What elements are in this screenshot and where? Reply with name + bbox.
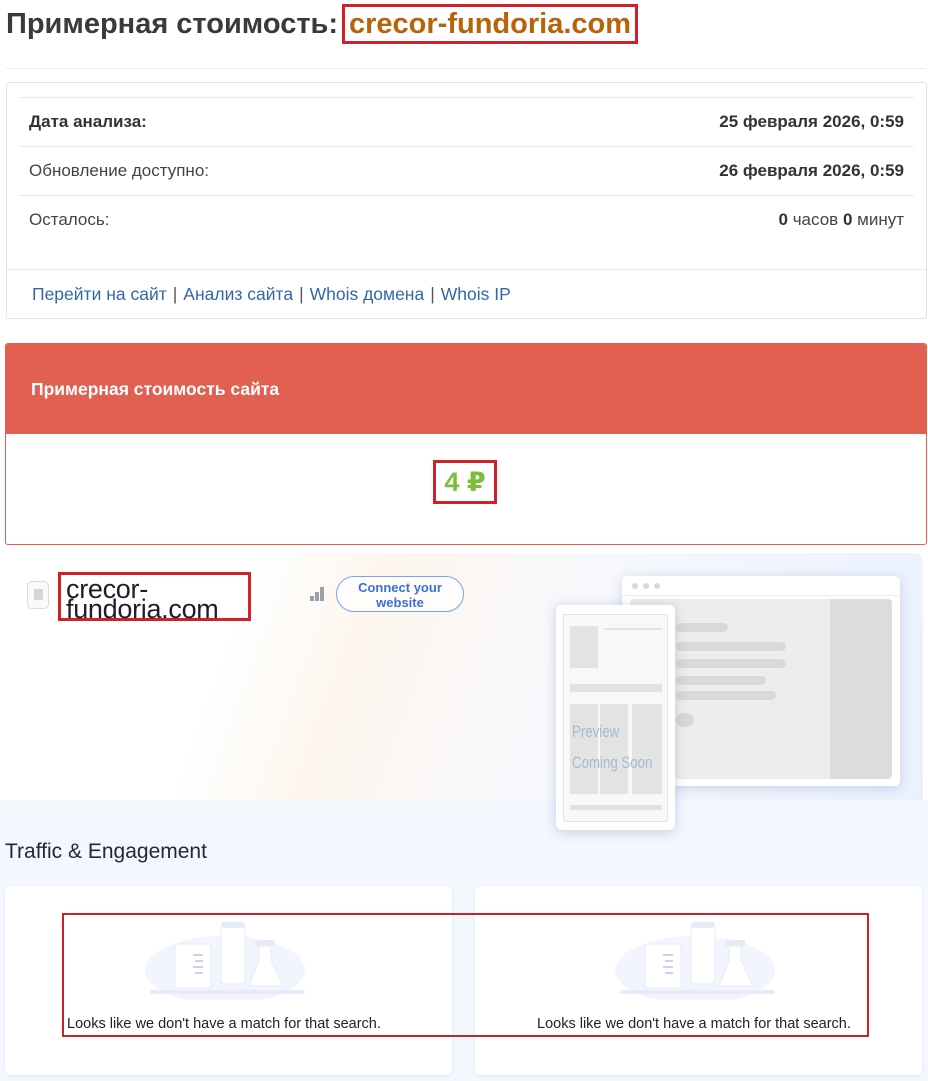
connect-website-button[interactable]: Connect your website bbox=[336, 576, 464, 612]
update-available-value: 26 февраля 2026, 0:59 bbox=[719, 161, 904, 180]
preview-caption-line1: Preview bbox=[572, 722, 620, 741]
remaining-hours: 0 bbox=[778, 210, 788, 229]
page-title-prefix: Примерная стоимость: bbox=[6, 7, 339, 40]
empty-search-illustration-icon bbox=[145, 922, 305, 1000]
link-separator: | bbox=[430, 284, 435, 304]
link-separator: | bbox=[299, 284, 304, 304]
rank-bars-icon bbox=[310, 587, 326, 601]
remaining-row: Осталось: 0 часов 0 минут bbox=[19, 195, 914, 244]
whois-ip-link[interactable]: Whois IP bbox=[441, 284, 511, 305]
analysis-info-panel: Дата анализа: 25 февраля 2026, 0:59 Обно… bbox=[6, 82, 927, 319]
traffic-card-right: Looks like we don't have a match for tha… bbox=[475, 886, 922, 1075]
page-title: Примерная стоимость: crecor-fundoria.com bbox=[6, 4, 639, 44]
remaining-value: 0 часов 0 минут bbox=[779, 210, 905, 230]
minutes-unit: минут bbox=[857, 210, 904, 229]
preview-domain-line2: fundoria.com bbox=[66, 594, 219, 624]
link-separator: | bbox=[172, 284, 178, 304]
remaining-minutes: 0 bbox=[842, 210, 853, 229]
site-links: Перейти на сайт | Анализ сайта | Whois д… bbox=[7, 269, 926, 319]
analysis-date-label: Дата анализа: bbox=[29, 112, 147, 131]
site-cost-header: Примерная стоимость сайта bbox=[6, 344, 926, 434]
preview-domain-name: crecor- fundoria.com bbox=[58, 572, 251, 624]
empty-message-right: Looks like we don't have a match for tha… bbox=[537, 1016, 851, 1032]
analysis-date-value: 25 февраля 2026, 0:59 bbox=[719, 112, 904, 131]
goto-site-link[interactable]: Перейти на сайт bbox=[32, 284, 167, 305]
update-available-label: Обновление доступно: bbox=[29, 161, 210, 180]
preview-caption-line2: Coming Soon bbox=[572, 753, 653, 772]
traffic-card-left: Looks like we don't have a match for tha… bbox=[5, 886, 452, 1075]
whois-domain-link[interactable]: Whois домена bbox=[310, 284, 425, 305]
divider bbox=[6, 68, 926, 69]
empty-message-left: Looks like we don't have a match for tha… bbox=[67, 1016, 381, 1032]
preview-coming-soon: Preview Coming Soon bbox=[572, 716, 652, 778]
hours-unit: часов bbox=[792, 210, 839, 229]
empty-search-illustration-icon bbox=[615, 922, 775, 1000]
favicon-placeholder-icon bbox=[27, 581, 49, 609]
update-available-row: Обновление доступно: 26 февраля 2026, 0:… bbox=[19, 146, 914, 195]
title-domain: crecor-fundoria.com bbox=[342, 4, 639, 44]
site-analysis-link[interactable]: Анализ сайта bbox=[183, 284, 293, 305]
site-cost-value: 4 ₽ bbox=[433, 460, 497, 504]
analysis-date-row: Дата анализа: 25 февраля 2026, 0:59 bbox=[19, 97, 914, 146]
traffic-section-title: Traffic & Engagement bbox=[5, 840, 207, 863]
remaining-label: Осталось: bbox=[29, 210, 110, 229]
site-cost-panel: Примерная стоимость сайта 4 ₽ bbox=[5, 343, 927, 545]
